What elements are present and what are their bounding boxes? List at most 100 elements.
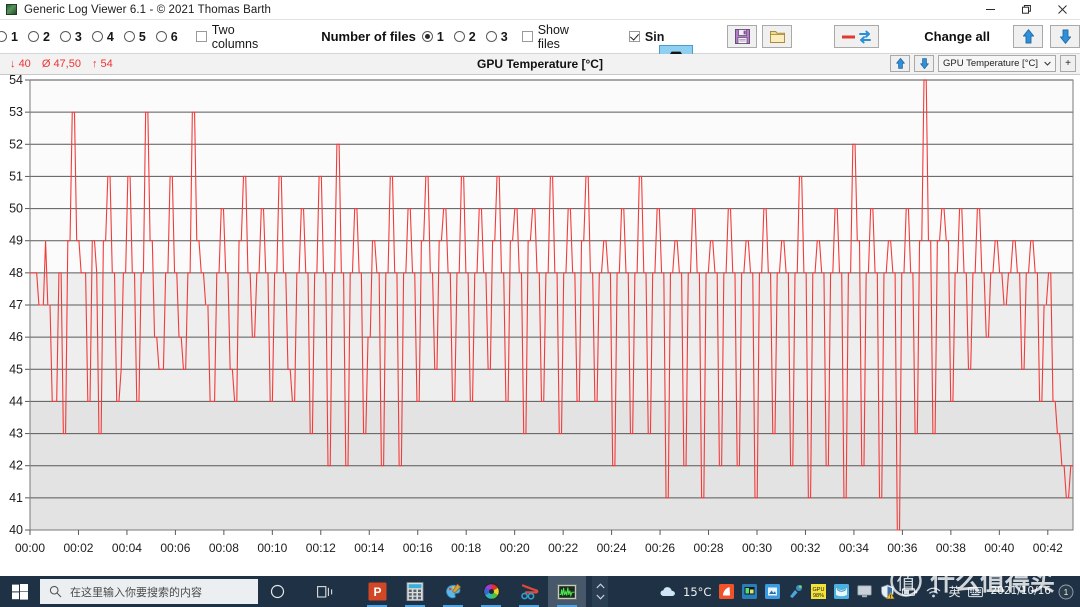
taskbar-clock[interactable]: 2021/10/16 bbox=[990, 585, 1051, 597]
notification-center-button[interactable]: 1 bbox=[1058, 584, 1074, 600]
tray-icon-gpu[interactable]: GPU 98% bbox=[810, 584, 826, 600]
taskbar-app-powerpoint[interactable]: P bbox=[358, 576, 396, 607]
column-radio-3[interactable]: 3 bbox=[59, 30, 82, 44]
change-all-label: Change all bbox=[924, 29, 990, 44]
average-symbol-icon: Ø bbox=[41, 58, 51, 70]
search-input[interactable]: 在这里输入你要搜索的内容 bbox=[40, 579, 258, 604]
weather-temperature: 15°C bbox=[683, 584, 712, 599]
column-radio-4[interactable]: 4 bbox=[91, 30, 114, 44]
color-wheel-icon bbox=[482, 582, 500, 601]
single-label: Sin bbox=[644, 29, 665, 44]
x-axis-tick-label: 00:10 bbox=[257, 541, 287, 555]
x-axis-tick-label: 00:32 bbox=[790, 541, 820, 555]
title-bar: Generic Log Viewer 6.1 - © 2021 Thomas B… bbox=[0, 0, 1080, 20]
tray-icon-shield-blue[interactable] bbox=[833, 584, 849, 600]
taskbar-app-paint[interactable] bbox=[434, 576, 472, 607]
move-down-button[interactable] bbox=[1050, 25, 1080, 48]
stat-max: ↑ 54 bbox=[92, 58, 113, 70]
x-axis-tick-label: 00:28 bbox=[694, 541, 724, 555]
column-count-radio-group: 1 2 3 4 5 6 bbox=[0, 30, 188, 44]
taskbar-app-calculator[interactable] bbox=[396, 576, 434, 607]
cortana-button[interactable] bbox=[258, 576, 296, 607]
svg-text:98%: 98% bbox=[813, 593, 824, 599]
task-view-button[interactable] bbox=[306, 576, 344, 607]
window-controls bbox=[972, 0, 1080, 19]
plus-icon: + bbox=[1065, 58, 1071, 69]
y-axis-tick-label: 51 bbox=[9, 169, 23, 183]
save-button[interactable] bbox=[727, 25, 758, 48]
windows-start-icon bbox=[12, 583, 28, 600]
show-files-checkbox[interactable]: Show files bbox=[521, 23, 587, 51]
taskbar-app-color-wheel[interactable] bbox=[472, 576, 510, 607]
tray-icon-network[interactable] bbox=[925, 584, 941, 600]
y-axis-tick-label: 48 bbox=[9, 266, 23, 280]
single-checkbox[interactable]: Sin bbox=[628, 29, 665, 44]
x-axis-tick-label: 00:14 bbox=[354, 541, 384, 555]
close-button[interactable] bbox=[1044, 0, 1080, 19]
column-radio-5[interactable]: 5 bbox=[123, 30, 146, 44]
max-value: 54 bbox=[100, 58, 113, 70]
start-button[interactable] bbox=[0, 576, 40, 607]
clock-date: 2021/10/16 bbox=[990, 585, 1051, 598]
series-up-button[interactable] bbox=[890, 55, 911, 72]
chart-header: ↓ 40 Ø 47,50 ↑ 54 GPU Temperature [°C] G… bbox=[0, 54, 1080, 75]
column-radio-6[interactable]: 6 bbox=[155, 30, 178, 44]
radio-circle-icon bbox=[0, 31, 7, 42]
search-icon bbox=[49, 585, 62, 598]
x-axis-tick-label: 00:08 bbox=[209, 541, 239, 555]
column-radio-2[interactable]: 2 bbox=[27, 30, 50, 44]
gpu-temperature-chart: 40 41 42 43 44 45 46 47 48 49 50 51 52 53 54 00:00 00:02… bbox=[9, 75, 1074, 555]
reset-swap-button[interactable] bbox=[834, 25, 880, 48]
ime-indicator[interactable]: 英 bbox=[948, 583, 960, 600]
tray-icon-battery[interactable] bbox=[902, 584, 918, 600]
tray-icon-display[interactable] bbox=[856, 584, 872, 600]
x-axis-tick-label: 00:06 bbox=[160, 541, 190, 555]
x-axis-tick-label: 00:12 bbox=[306, 541, 336, 555]
maximize-restore-button[interactable] bbox=[1008, 0, 1044, 19]
tray-icon-monitor[interactable] bbox=[741, 584, 757, 600]
weather-icon[interactable] bbox=[660, 584, 676, 600]
file-radio-3-label: 3 bbox=[500, 29, 508, 44]
column-radio-1[interactable]: 1 bbox=[0, 30, 18, 44]
tray-icon-flame[interactable] bbox=[718, 584, 734, 600]
chart-plot-area[interactable]: 40 41 42 43 44 45 46 47 48 49 50 51 52 53 54 00:00 00:02… bbox=[0, 75, 1080, 563]
tray-icon-security-warning[interactable] bbox=[879, 584, 895, 600]
series-down-button[interactable] bbox=[914, 55, 935, 72]
move-up-button[interactable] bbox=[1013, 25, 1043, 48]
toolbar: 1 2 3 4 5 6 Two columns Number of files … bbox=[0, 20, 1080, 70]
tray-icon-blue-app[interactable] bbox=[764, 584, 780, 600]
taskbar-app-snipping-tool[interactable] bbox=[510, 576, 548, 607]
radio-circle-icon bbox=[421, 31, 433, 42]
x-axis-tick-label: 00:18 bbox=[451, 541, 481, 555]
calculator-icon bbox=[406, 582, 424, 601]
keyboard-icon[interactable] bbox=[967, 584, 983, 600]
y-axis-tick-label: 42 bbox=[9, 459, 23, 473]
radio-circle-icon bbox=[91, 31, 103, 42]
x-axis-tick-label: 00:38 bbox=[936, 541, 966, 555]
taskbar-scroll-arrows[interactable] bbox=[592, 576, 608, 607]
taskbar-app-log-viewer[interactable] bbox=[548, 576, 586, 607]
y-axis-tick-label: 44 bbox=[9, 394, 23, 408]
cloud-icon bbox=[660, 587, 675, 597]
series-select[interactable]: GPU Temperature [°C] bbox=[938, 55, 1056, 72]
cortana-circle-icon bbox=[270, 584, 284, 599]
add-series-button[interactable]: + bbox=[1060, 55, 1076, 72]
file-radio-1[interactable]: 1 bbox=[421, 30, 444, 44]
file-radio-3[interactable]: 3 bbox=[485, 29, 508, 44]
system-tray: 15°C GPU 98% 英 2021/10/16 1 bbox=[660, 576, 1080, 607]
min-arrow-icon: ↓ bbox=[10, 58, 16, 70]
two-columns-label: Two columns bbox=[211, 22, 259, 51]
task-view-icon bbox=[316, 585, 332, 598]
two-columns-checkbox[interactable]: Two columns bbox=[195, 22, 275, 51]
tray-icon-cleaner[interactable] bbox=[787, 584, 803, 600]
file-radio-2[interactable]: 2 bbox=[453, 30, 476, 44]
radio-circle-icon bbox=[27, 31, 39, 42]
x-axis-tick-label: 00:40 bbox=[984, 541, 1014, 555]
open-folder-button[interactable] bbox=[762, 25, 793, 48]
minimize-button[interactable] bbox=[972, 0, 1008, 19]
min-value: 40 bbox=[18, 58, 31, 70]
y-axis-tick-label: 43 bbox=[9, 427, 23, 441]
column-radio-1-label: 1 bbox=[11, 29, 18, 44]
y-axis-tick-label: 47 bbox=[9, 298, 23, 312]
radio-circle-icon bbox=[453, 31, 465, 42]
